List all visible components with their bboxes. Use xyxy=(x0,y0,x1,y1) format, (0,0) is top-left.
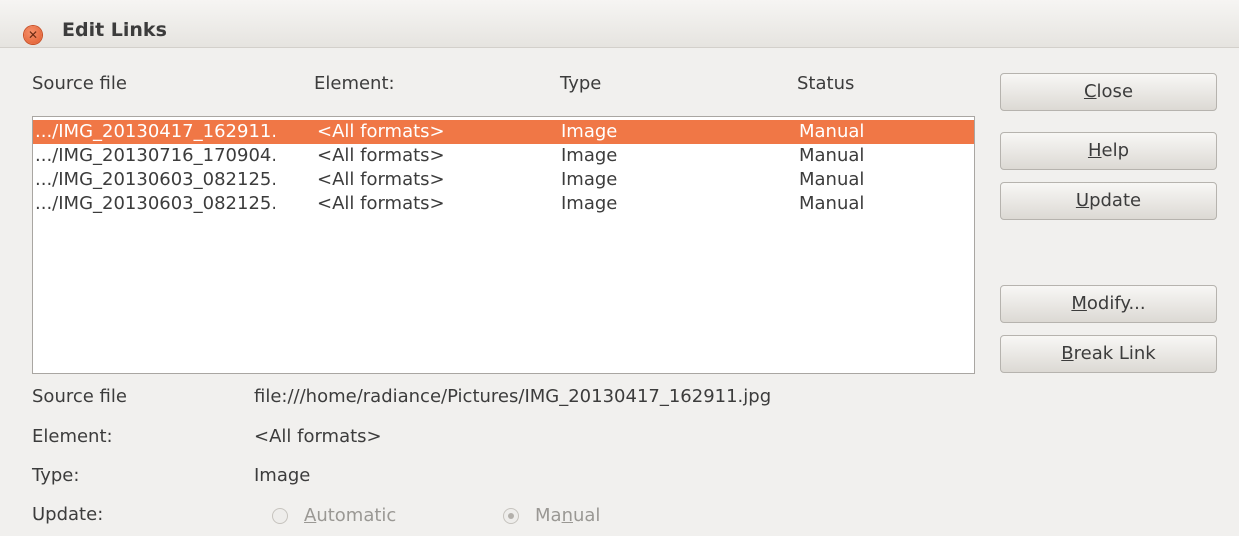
type-cell: Image xyxy=(561,193,618,214)
column-header-element: Element: xyxy=(314,73,395,94)
close-window-icon[interactable]: ✕ xyxy=(24,26,42,44)
type-cell: Image xyxy=(561,145,618,166)
source-file-value: file:///home/radiance/Pictures/IMG_20130… xyxy=(254,386,772,407)
source-file-cell: .../IMG_20130603_082125.jpg xyxy=(35,193,275,214)
type-cell: Image xyxy=(561,169,618,190)
element-value: <All formats> xyxy=(254,426,382,447)
manual-radio[interactable] xyxy=(503,508,519,524)
radio-selected-dot xyxy=(508,513,514,519)
list-item[interactable]: .../IMG_20130417_162911.jpg <All formats… xyxy=(33,120,974,144)
type-value: Image xyxy=(254,465,311,486)
update-label: Update: xyxy=(32,504,104,525)
links-list[interactable]: .../IMG_20130417_162911.jpg <All formats… xyxy=(32,116,975,374)
column-header-type: Type xyxy=(560,73,602,94)
update-button[interactable]: Update xyxy=(1000,182,1217,220)
element-cell: <All formats> xyxy=(317,193,445,214)
window-title: Edit Links xyxy=(62,19,167,41)
element-cell: <All formats> xyxy=(317,169,445,190)
break-link-button[interactable]: Break Link xyxy=(1000,335,1217,373)
automatic-radio-label: Automatic xyxy=(304,505,397,526)
source-file-cell: .../IMG_20130603_082125.jpg xyxy=(35,169,275,190)
status-cell: Manual xyxy=(799,169,865,190)
title-bar: ✕ Edit Links xyxy=(0,0,1239,48)
list-item[interactable]: .../IMG_20130603_082125.jpg <All formats… xyxy=(33,192,974,216)
source-file-cell: .../IMG_20130716_170904.jpg xyxy=(35,145,275,166)
modify-button[interactable]: Modify... xyxy=(1000,285,1217,323)
column-header-status: Status xyxy=(797,73,855,94)
element-label: Element: xyxy=(32,426,113,447)
source-file-cell: .../IMG_20130417_162911.jpg xyxy=(35,121,275,142)
list-item[interactable]: .../IMG_20130603_082125.jpg <All formats… xyxy=(33,168,974,192)
list-item[interactable]: .../IMG_20130716_170904.jpg <All formats… xyxy=(33,144,974,168)
element-cell: <All formats> xyxy=(317,145,445,166)
automatic-radio[interactable] xyxy=(272,508,288,524)
type-cell: Image xyxy=(561,121,618,142)
element-cell: <All formats> xyxy=(317,121,445,142)
status-cell: Manual xyxy=(799,193,865,214)
type-label: Type: xyxy=(32,465,80,486)
column-header-source-file: Source file xyxy=(32,73,127,94)
source-file-label: Source file xyxy=(32,386,127,407)
status-cell: Manual xyxy=(799,145,865,166)
close-button[interactable]: Close xyxy=(1000,73,1217,111)
manual-radio-label: Manual xyxy=(535,505,601,526)
help-button[interactable]: Help xyxy=(1000,132,1217,170)
status-cell: Manual xyxy=(799,121,865,142)
